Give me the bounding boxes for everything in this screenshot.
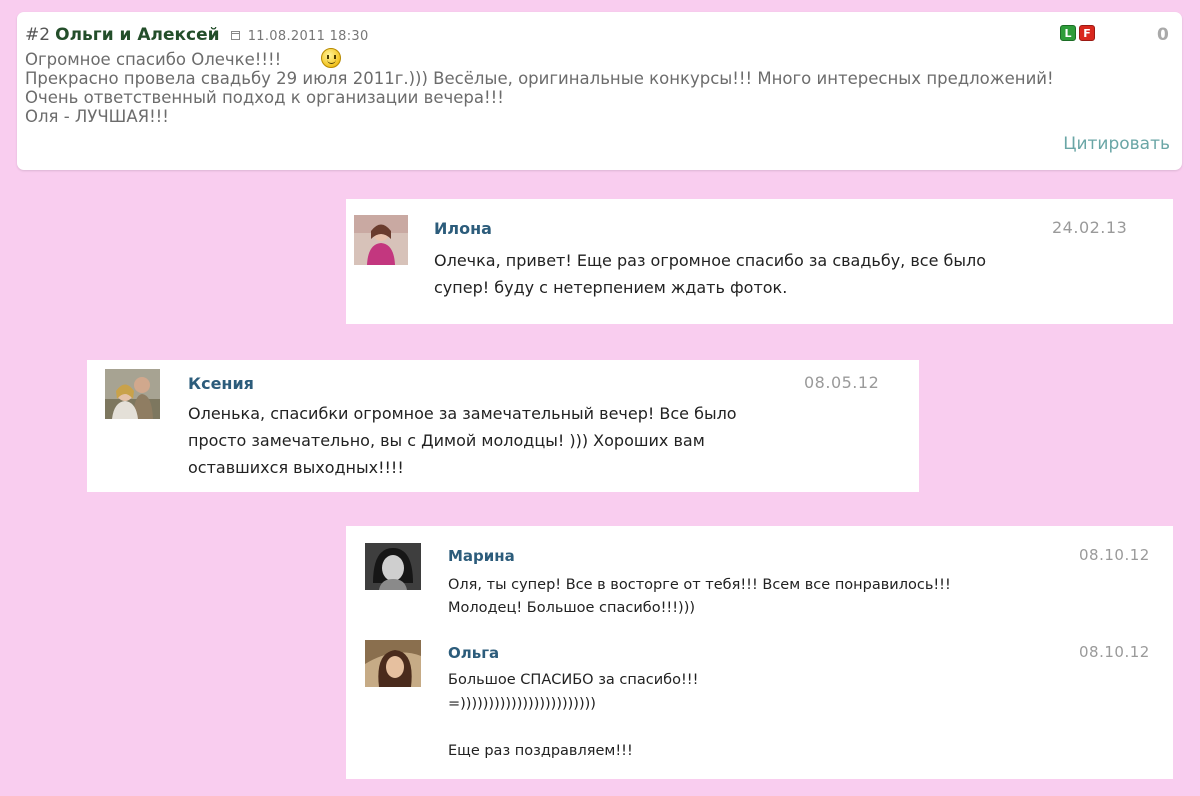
quote-link[interactable]: Цитировать <box>1063 134 1170 154</box>
post-header: #2 Ольги и Алексей 11.08.2011 18:30 <box>25 25 369 45</box>
comment-text: Большое СПАСИБО за спасибо!!! =)))))))))… <box>448 669 698 763</box>
avatar[interactable] <box>105 369 160 419</box>
post-rating: 0 <box>1157 25 1169 45</box>
comment-line: Оленька, спасибки огромное за замечатель… <box>188 404 737 423</box>
comment-date: 08.05.12 <box>804 373 880 392</box>
comment-line: Еще раз поздравляем!!! <box>448 742 633 759</box>
comment-line: Олечка, привет! Еще раз огромное спасибо… <box>434 251 987 270</box>
comment-author-name[interactable]: Илона <box>434 219 492 238</box>
comment-line: Молодец! Большое спасибо!!!))) <box>448 600 696 616</box>
post-line: Очень ответственный подход к организации… <box>25 88 504 107</box>
avatar[interactable] <box>365 543 421 590</box>
avatar[interactable] <box>365 640 421 687</box>
post-line: Прекрасно провела свадьбу 29 июля 2011г.… <box>25 69 1054 88</box>
comment-date: 24.02.13 <box>1052 218 1128 237</box>
guestbook-post: #2 Ольги и Алексей 11.08.2011 18:30 Огро… <box>17 12 1182 170</box>
comment-line <box>448 716 698 740</box>
post-line: Оля - ЛУЧШАЯ!!! <box>25 107 169 126</box>
comment-line: Большое СПАСИБО за спасибо!!! <box>448 672 699 688</box>
comment-card-ilona: Илона 24.02.13 Олечка, привет! Еще раз о… <box>346 199 1173 324</box>
comment-text: Оленька, спасибки огромное за замечатель… <box>188 400 737 481</box>
comment-text: Оля, ты супер! Все в восторге от тебя!!!… <box>448 574 951 620</box>
comment-line: =)))))))))))))))))))))))) <box>448 695 596 712</box>
like-icon[interactable]: L <box>1060 25 1076 41</box>
report-icon[interactable]: F <box>1079 25 1095 41</box>
comment-line: оставшихся выходных!!!! <box>188 458 404 477</box>
post-number: #2 <box>25 25 51 45</box>
comment-card-ksenia: Ксения 08.05.12 Оленька, спасибки огромн… <box>87 360 919 492</box>
avatar[interactable] <box>354 215 408 265</box>
post-line: Огромное спасибо Олечке!!!! <box>25 50 282 69</box>
comment-date: 08.10.12 <box>1079 546 1150 564</box>
comment-line: Оля, ты супер! Все в восторге от тебя!!!… <box>448 577 951 593</box>
comment-author-name[interactable]: Марина <box>448 547 515 565</box>
post-body: Огромное спасибо Олечке!!!! Прекрасно пр… <box>25 50 1175 126</box>
comment-author-name[interactable]: Ксения <box>188 374 254 393</box>
comment-line: супер! буду с нетерпением ждать фоток. <box>434 278 788 297</box>
comment-text: Олечка, привет! Еще раз огромное спасибо… <box>434 247 986 301</box>
comment-date: 08.10.12 <box>1079 643 1150 661</box>
comment-author-name[interactable]: Ольга <box>448 644 499 662</box>
post-author[interactable]: Ольги и Алексей <box>55 25 219 45</box>
comment-line: просто замечательно, вы с Димой молодцы!… <box>188 431 705 450</box>
calendar-icon <box>230 31 240 40</box>
post-date: 11.08.2011 18:30 <box>247 29 369 44</box>
comment-thread-card: Марина 08.10.12 Оля, ты супер! Все в вос… <box>346 526 1173 779</box>
